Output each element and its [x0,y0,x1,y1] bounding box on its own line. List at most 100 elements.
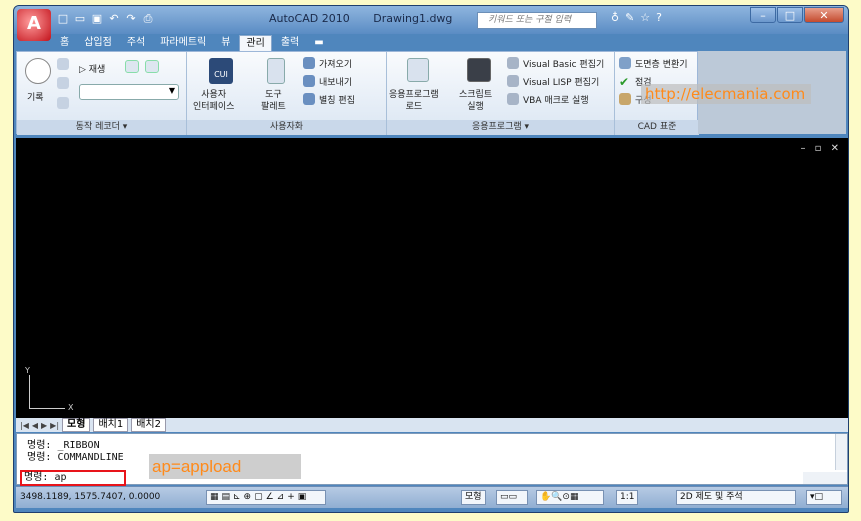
ribbon: 기록 ▷ 재생 ▼ 동작 레코더 ▾ CUI 사용자 인터페이스 도구 팔레트 … [16,51,699,135]
help-icon[interactable]: ? [656,11,662,24]
undo-icon[interactable]: ↶ [107,12,121,26]
save-icon[interactable]: ▣ [90,12,104,26]
play-button[interactable]: ▷ 재생 [79,62,105,75]
ribbon-tabs: 홈 삽입점 주석 파라메트릭 뷰 관리 출력 ▬ [54,35,330,51]
layout-buttons[interactable]: ▭▭ [496,490,528,505]
export-icon[interactable] [303,75,315,87]
open-icon[interactable]: ▭ [73,12,87,26]
search-input[interactable]: 키워드 또는 구절 입력 [477,12,597,29]
command-input[interactable]: 명령: ap [20,470,126,486]
redo-icon[interactable]: ↷ [124,12,138,26]
ucs-y-axis [29,375,30,408]
autocad-window: A □ ▭ ▣ ↶ ↷ ⎙ AutoCAD 2010 Drawing1.dwg … [13,5,849,513]
vb-editor-button[interactable]: Visual Basic 편집기 [523,57,604,70]
binoculars-icon[interactable]: ♁ [611,11,619,24]
load-application-button[interactable]: 응용프로그램 로드 [389,89,439,113]
lisp-editor-icon[interactable] [507,75,519,87]
minimize-button[interactable]: – [750,7,776,23]
new-icon[interactable]: □ [56,12,70,26]
window-title: AutoCAD 2010 Drawing1.dwg [269,12,472,25]
manage-icon[interactable] [145,60,159,73]
customization-footer: 사용자화 [187,120,386,135]
request-input-icon[interactable] [57,97,69,109]
window-controls: – □ ✕ [750,7,844,23]
load-application-icon[interactable] [407,58,429,82]
configure-icon[interactable] [619,93,631,105]
workspace-switch[interactable]: 2D 제도 및 주석 [676,490,796,505]
close-button[interactable]: ✕ [804,7,844,23]
edit-aliases-icon[interactable] [303,93,315,105]
layout-first-icon[interactable]: |◀ [20,421,29,430]
title-bar: A □ ▭ ▣ ↶ ↷ ⎙ AutoCAD 2010 Drawing1.dwg … [14,6,848,41]
action-recorder-footer[interactable]: 동작 레코더 ▾ [17,120,186,135]
import-button[interactable]: 가져오기 [319,57,352,70]
edit-aliases-button[interactable]: 별칭 편집 [319,93,355,106]
run-script-icon[interactable] [467,58,491,82]
application-menu-button[interactable]: A [17,9,51,41]
panel-action-recorder: 기록 ▷ 재생 ▼ 동작 레코더 ▾ [17,52,187,135]
run-script-button[interactable]: 스크립트 실행 [459,89,492,113]
export-button[interactable]: 내보내기 [319,75,352,88]
status-bar: 3498.1189, 1575.7407, 0.0000 ▦▤⊾⊕▢∠⊿+▣ 모… [16,486,848,508]
tool-palette-button[interactable]: 도구 팔레트 [261,89,286,113]
favorites-icon[interactable]: ☆ [640,11,650,24]
navigation-tools[interactable]: ✋🔍⊙▦ [536,490,604,505]
macro-dropdown[interactable]: ▼ [79,84,179,100]
check-icon[interactable]: ✔ [619,75,629,89]
vba-macro-icon[interactable] [507,93,519,105]
panel-applications: 응용프로그램 로드 스크립트 실행 Visual Basic 편집기 Visua… [387,52,615,135]
cad-standards-footer: CAD 표준 [615,120,699,135]
tab-layout2[interactable]: 배치2 [131,418,166,432]
layer-translator-button[interactable]: 도면층 변환기 [635,57,688,70]
ucs-y-label: Y [25,366,30,375]
tab-home[interactable]: 홈 [54,35,75,51]
tool-palette-icon[interactable] [267,58,285,84]
chevron-down-icon: ▼ [168,86,175,95]
command-line[interactable]: 명령: _RIBBON 명령: COMMANDLINE ap=appload 명… [16,433,848,486]
vba-macro-button[interactable]: VBA 매크로 실행 [523,93,589,106]
annotation-scale[interactable]: 1:1 [616,490,639,505]
file-name: Drawing1.dwg [373,12,453,25]
stop-icon[interactable] [125,60,139,73]
user-interface-button[interactable]: 사용자 인터페이스 [193,89,234,113]
layout-next-icon[interactable]: ▶ [41,421,47,430]
layout-last-icon[interactable]: ▶| [50,421,59,430]
maximize-button[interactable]: □ [777,7,803,23]
drawing-area[interactable]: – ▫ ✕ Y X [16,138,848,418]
plot-icon[interactable]: ⎙ [141,12,155,26]
import-icon[interactable] [303,57,315,69]
tab-view[interactable]: 뷰 [215,35,236,51]
command-scrollbar[interactable] [835,434,847,470]
preferences-icon[interactable] [57,58,69,70]
ribbon-toggle-icon[interactable]: ▬ [308,35,329,51]
horizontal-scrollbar[interactable] [803,472,847,484]
layer-translator-icon[interactable] [619,57,631,69]
lisp-editor-button[interactable]: Visual LISP 편집기 [523,75,599,88]
drafting-toggles[interactable]: ▦▤⊾⊕▢∠⊿+▣ [206,490,326,505]
insert-message-icon[interactable] [57,77,69,89]
tab-layout1[interactable]: 배치1 [93,418,129,432]
tray-settings[interactable]: ▾□ [806,490,842,505]
record-label: 기록 [27,93,44,103]
tab-parametric[interactable]: 파라메트릭 [154,35,212,51]
layout-prev-icon[interactable]: ◀ [32,421,38,430]
ucs-x-axis [29,408,65,409]
tab-model[interactable]: 모형 [62,418,91,432]
tab-manage[interactable]: 관리 [239,35,272,51]
communication-icon[interactable]: ✎ [625,11,634,24]
drawing-window-controls[interactable]: – ▫ ✕ [800,143,842,154]
record-icon[interactable] [25,58,51,84]
tab-insert[interactable]: 삽입점 [78,35,118,51]
watermark: http://elecmania.com [641,84,811,104]
app-name: AutoCAD 2010 [269,12,350,25]
quick-access-toolbar: □ ▭ ▣ ↶ ↷ ⎙ [56,12,155,26]
tab-output[interactable]: 출력 [275,35,305,51]
layout-tab-bar: |◀ ◀ ▶ ▶| 모형 배치1 배치2 [16,418,848,432]
applications-footer[interactable]: 응용프로그램 ▾ [387,120,614,135]
model-button[interactable]: 모형 [461,490,486,505]
panel-customization: CUI 사용자 인터페이스 도구 팔레트 가져오기 내보내기 별칭 편집 사용자… [187,52,387,135]
vb-editor-icon[interactable] [507,57,519,69]
cui-icon[interactable]: CUI [209,58,233,84]
tab-annotate[interactable]: 주석 [121,35,151,51]
command-history-line: 명령: COMMANDLINE [27,452,124,463]
